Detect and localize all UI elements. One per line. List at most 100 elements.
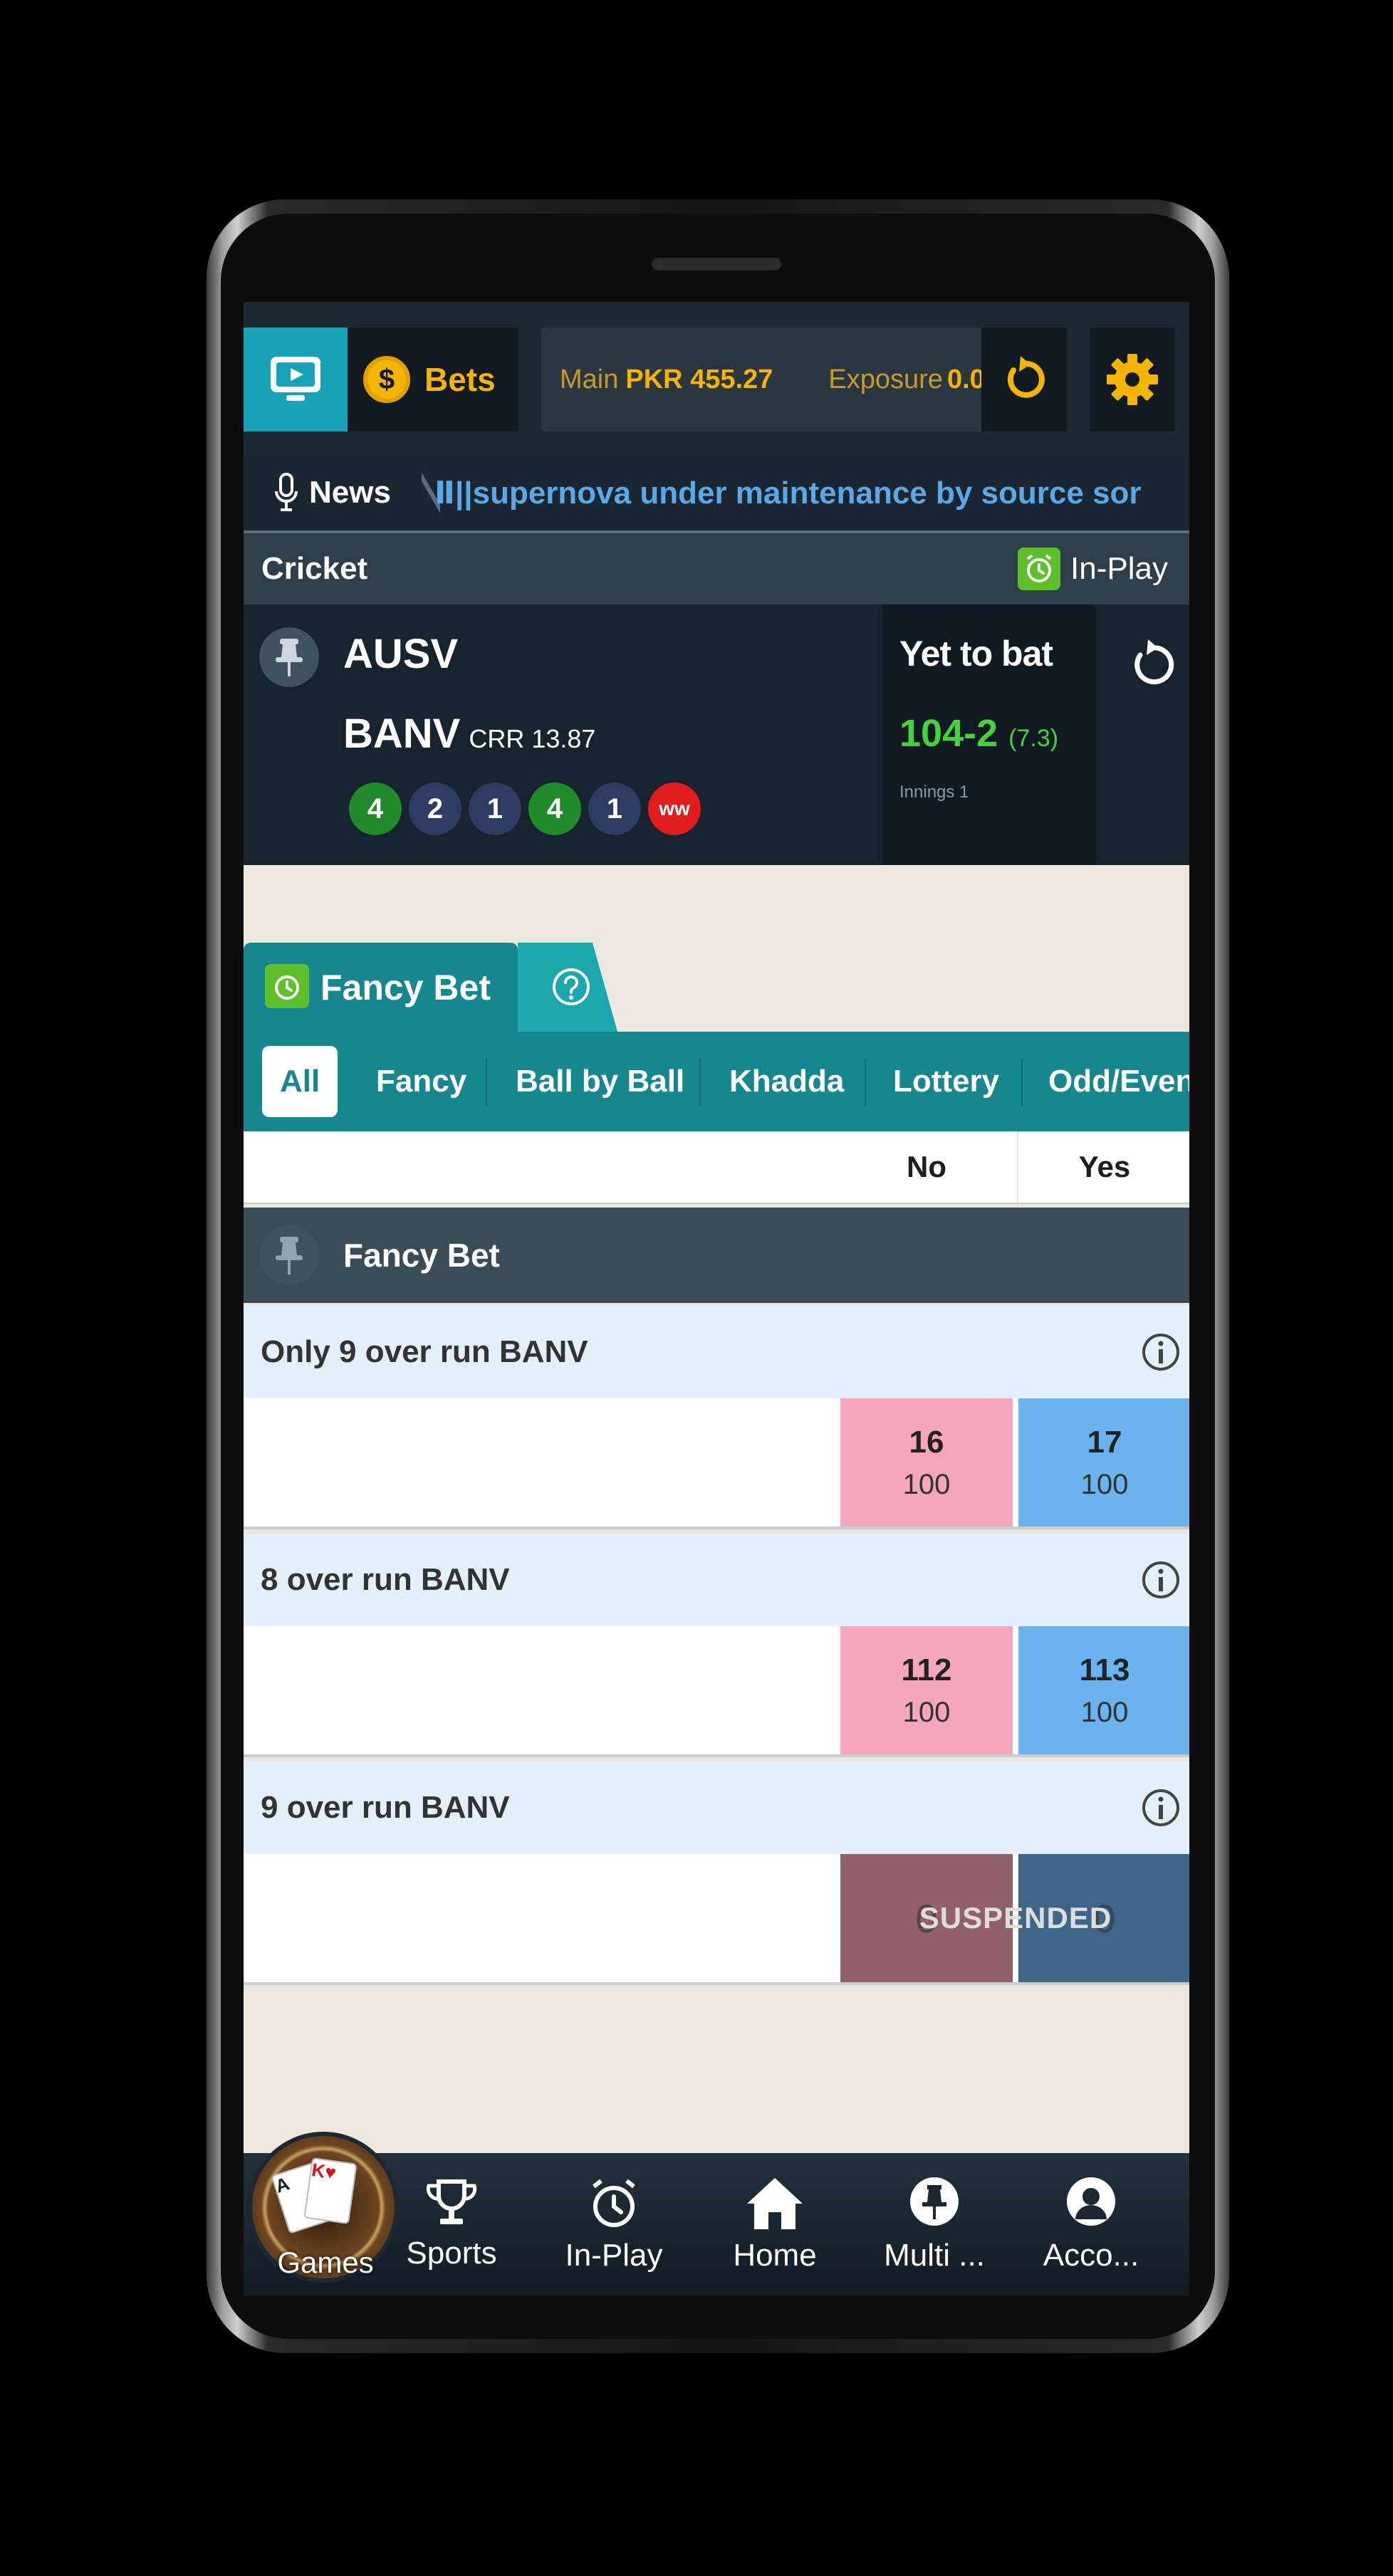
market-name: Only 9 over run BANV <box>261 1334 588 1369</box>
odds-price: 16 <box>909 1424 944 1460</box>
sport-title: Cricket <box>261 551 368 586</box>
balance-refresh-button[interactable] <box>981 328 1067 431</box>
odds-price: 112 <box>901 1652 952 1687</box>
odds-column-header: No Yes <box>244 1131 1189 1204</box>
ball-result: 1 <box>469 782 521 835</box>
sport-header: Cricket In-Play <box>244 533 1189 604</box>
news-ticker: News Ⅱ||supernova under maintenance by s… <box>244 455 1189 533</box>
nav-games[interactable]: A K♥ Games <box>244 2110 407 2295</box>
fancy-bet-tab[interactable]: Fancy Bet <box>244 943 617 1032</box>
market-title: 9 over run BANV <box>244 1761 1189 1854</box>
microphone-icon <box>275 473 298 511</box>
gear-icon <box>1107 354 1158 405</box>
market-row-suspended: 0 0 SUSPENDED <box>244 1854 1189 1985</box>
scoreboard: AUSV BANV CRR 13.87 4 2 1 4 1 ww Yet to b… <box>244 604 1189 865</box>
bets-button[interactable]: $ Bets <box>348 328 518 431</box>
suspended-overlay: SUSPENDED <box>919 1901 1112 1934</box>
refresh-icon <box>1134 639 1174 685</box>
info-icon[interactable] <box>1139 1559 1182 1601</box>
nav-multi-markets[interactable]: Multi ... <box>863 2153 1006 2295</box>
nav-inplay-label: In-Play <box>565 2238 663 2273</box>
market-title: 8 over run BANV <box>244 1534 1189 1626</box>
market-name: 9 over run BANV <box>261 1790 510 1825</box>
team-2-row: BANV CRR 13.87 <box>343 710 595 758</box>
ball-result: 4 <box>349 782 402 835</box>
no-odds-button[interactable]: 112 100 <box>840 1626 1013 1754</box>
news-label: News <box>272 455 391 530</box>
filter-tab-ball-by-ball[interactable]: Ball by Ball <box>516 1046 684 1117</box>
section-title: Fancy Bet <box>343 1237 500 1274</box>
filter-tab-khadda[interactable]: Khadda <box>729 1046 844 1117</box>
phone-speaker <box>652 258 781 271</box>
account-icon <box>1067 2177 1115 2226</box>
main-balance-value: PKR 455.27 <box>625 364 773 394</box>
info-icon[interactable] <box>1139 1786 1182 1829</box>
odds-size: 100 <box>902 1696 951 1728</box>
no-column-label: No <box>907 1150 946 1183</box>
runs-score: 104-2 (7.3) <box>899 711 1058 755</box>
nav-games-label: Games <box>277 2246 374 2279</box>
info-icon[interactable] <box>1139 1331 1182 1373</box>
team-2-name: BANV <box>343 711 461 757</box>
live-tv-button[interactable] <box>244 328 348 431</box>
pin-icon <box>910 2177 959 2226</box>
nav-home[interactable]: Home <box>704 2153 846 2295</box>
market-row: 112 100 113 100 <box>244 1626 1189 1757</box>
exposure-label: Exposure <box>828 364 943 394</box>
coin-icon: $ <box>363 356 410 403</box>
market-filter-tabs: All Fancy Ball by Ball Khadda Lottery Od… <box>244 1032 1189 1131</box>
market-row: 16 100 17 100 <box>244 1398 1189 1529</box>
odds-size: 100 <box>1080 1468 1129 1500</box>
filter-tab-odd-even[interactable]: Odd/Even <box>1048 1046 1189 1117</box>
nav-home-label: Home <box>733 2238 817 2273</box>
filter-tab-fancy[interactable]: Fancy <box>376 1046 466 1117</box>
nav-sports-label: Sports <box>406 2236 497 2271</box>
bets-label: Bets <box>424 361 496 398</box>
help-icon[interactable] <box>550 965 593 1008</box>
inplay-label: In-Play <box>1070 551 1168 586</box>
odds-size: 100 <box>902 1468 951 1500</box>
ball-result: 2 <box>409 782 461 835</box>
yes-column-label: Yes <box>1078 1150 1131 1183</box>
wallet-panel: Main PKR 455.27 Exposure 0.00 <box>541 328 1067 431</box>
yes-odds-button[interactable]: 17 100 <box>1018 1398 1189 1527</box>
ball-result-wicket: ww <box>648 782 701 835</box>
odds-size: 100 <box>1080 1696 1129 1728</box>
innings-label: Innings 1 <box>899 782 969 802</box>
nav-account[interactable]: Acco... <box>1020 2153 1162 2295</box>
team-1-name: AUSV <box>343 631 459 677</box>
tab-divider <box>865 1059 866 1106</box>
pin-icon[interactable] <box>259 1225 319 1285</box>
runs-value: 104-2 <box>899 712 998 755</box>
filter-tab-all[interactable]: All <box>262 1046 338 1117</box>
news-ticker-text[interactable]: Ⅱ||supernova under maintenance by source… <box>434 455 1142 530</box>
inplay-status: In-Play <box>1018 533 1168 604</box>
refresh-icon <box>1007 356 1045 398</box>
overs-value: (7.3) <box>1008 725 1059 752</box>
odds-price: 17 <box>1087 1424 1122 1460</box>
news-label-text: News <box>309 475 391 510</box>
filter-tab-lottery[interactable]: Lottery <box>893 1046 999 1117</box>
fancy-bet-section-header: Fancy Bet <box>244 1208 1189 1303</box>
tab-divider <box>1021 1059 1023 1106</box>
innings-score-box: Yet to bat 104-2 (7.3) Innings 1 <box>882 604 1096 865</box>
tab-divider <box>699 1059 701 1106</box>
alarm-clock-icon <box>1018 548 1061 590</box>
playing-card-icon: K♥ <box>303 2157 358 2225</box>
tab-divider <box>486 1059 487 1106</box>
market-title: Only 9 over run BANV <box>244 1306 1189 1398</box>
no-odds-button[interactable]: 16 100 <box>840 1398 1013 1527</box>
settings-button[interactable] <box>1090 328 1175 431</box>
odds-price: 113 <box>1079 1652 1130 1687</box>
current-run-rate: CRR 13.87 <box>469 724 596 753</box>
score-refresh-button[interactable] <box>1120 633 1184 697</box>
batting-status: Yet to bat <box>899 634 1053 674</box>
tv-icon <box>271 357 320 401</box>
home-icon <box>747 2178 803 2229</box>
pin-icon[interactable] <box>259 627 319 687</box>
trophy-icon <box>426 2179 477 2224</box>
fancy-tab-label: Fancy Bet <box>320 967 491 1007</box>
nav-inplay[interactable]: In-Play <box>543 2153 685 2295</box>
recent-balls: 4 2 1 4 1 ww <box>349 782 701 835</box>
yes-odds-button[interactable]: 113 100 <box>1018 1626 1189 1754</box>
